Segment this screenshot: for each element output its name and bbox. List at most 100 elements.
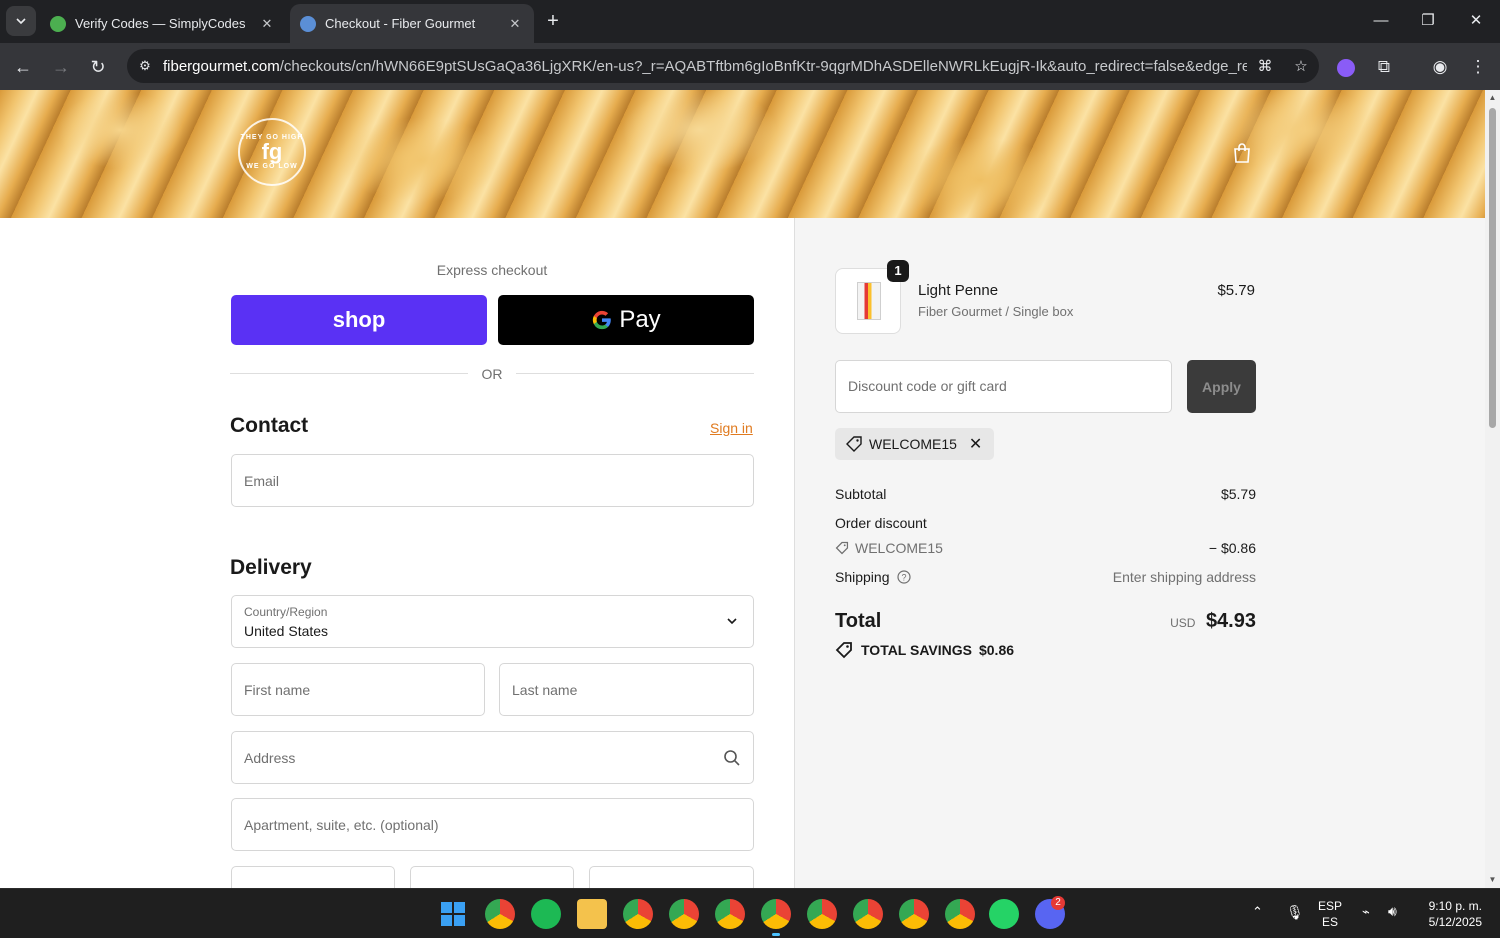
discount-code-input[interactable]: Discount code or gift card — [835, 360, 1172, 413]
country-value: United States — [244, 623, 329, 639]
shipping-value: Enter shipping address — [1112, 569, 1256, 585]
volume-icon[interactable]: 🔊︎ — [1388, 903, 1397, 920]
chrome-profile-taskbar-icon[interactable] — [623, 899, 653, 929]
chrome-profile-active-taskbar-icon[interactable] — [761, 899, 791, 929]
tab-search-button[interactable] — [6, 6, 36, 36]
address-field[interactable]: Address — [231, 731, 754, 784]
order-discount-row: Order discount — [835, 515, 1256, 531]
logo-mark: fg — [261, 139, 283, 164]
search-icon — [724, 750, 740, 766]
apply-discount-button[interactable]: Apply — [1187, 360, 1256, 413]
browser-tab-bar: Verify Codes — SimplyCodes ✕ Checkout - … — [0, 0, 1500, 43]
tray-overflow-chevron-icon[interactable]: ⌃ — [1252, 904, 1263, 920]
city-field[interactable] — [231, 866, 395, 888]
chrome-taskbar-icon[interactable] — [485, 899, 515, 929]
total-savings: TOTAL SAVINGS $0.86 — [835, 641, 1014, 659]
order-discount-code-row: WELCOME15 − $0.86 — [835, 540, 1256, 558]
windows-start-icon[interactable] — [440, 901, 466, 927]
translate-icon[interactable]: ⌘ — [1247, 57, 1283, 75]
svg-text:?: ? — [901, 573, 906, 583]
shopping-bag-icon[interactable] — [1231, 142, 1253, 164]
email-field[interactable]: Email — [231, 454, 754, 507]
minimize-button[interactable]: — — [1366, 8, 1396, 34]
new-tab-button[interactable]: + — [541, 9, 565, 33]
logo-ring-text-bottom: WE GO LOW — [246, 163, 298, 170]
savings-label: TOTAL SAVINGS — [861, 642, 972, 658]
country-label: Country/Region — [244, 605, 328, 619]
product-price: $5.79 — [1217, 282, 1255, 299]
chrome-profile-taskbar-icon[interactable] — [807, 899, 837, 929]
reload-button[interactable]: ↻ — [84, 53, 112, 81]
tab-simplycodes[interactable]: Verify Codes — SimplyCodes ✕ — [40, 4, 286, 43]
url-text: fibergourmet.com/checkouts/cn/hWN66E9ptS… — [163, 57, 1247, 75]
first-name-field[interactable]: First name — [231, 663, 485, 716]
google-g-icon — [593, 310, 612, 330]
system-clock[interactable]: 9:10 p. m. 5/12/2025 — [1418, 898, 1482, 930]
remove-discount-icon[interactable]: ✕ — [969, 434, 982, 454]
applied-discount-chip: WELCOME15 ✕ — [835, 428, 995, 460]
or-text: OR — [481, 366, 503, 382]
address-placeholder: Address — [244, 749, 296, 766]
bookmark-star-icon[interactable]: ☆ — [1283, 57, 1319, 75]
extension-simplycodes-icon[interactable] — [1332, 53, 1360, 81]
scrollbar-thumb[interactable] — [1489, 108, 1496, 428]
spotify-taskbar-icon[interactable] — [531, 899, 561, 929]
chevron-down-icon — [16, 18, 26, 25]
page-scrollbar[interactable]: ▲ ▼ — [1485, 90, 1500, 888]
help-circle-icon[interactable]: ? — [896, 570, 911, 584]
fiber-gourmet-favicon-icon — [300, 15, 316, 32]
browser-toolbar: ← → ↻ ⚙ fibergourmet.com/checkouts/cn/hW… — [0, 43, 1500, 90]
zip-field[interactable] — [589, 866, 754, 888]
tab-fiber-gourmet[interactable]: Checkout - Fiber Gourmet ✕ — [290, 4, 534, 43]
apartment-field[interactable]: Apartment, suite, etc. (optional) — [231, 798, 754, 851]
country-select[interactable]: Country/Region United States — [231, 595, 754, 648]
close-tab-icon[interactable]: ✕ — [258, 16, 276, 32]
forward-button[interactable]: → — [47, 53, 75, 81]
chrome-profile-taskbar-icon[interactable] — [669, 899, 699, 929]
microphone-icon[interactable]: 🎙︎ — [1286, 904, 1304, 921]
total-label: Total — [835, 610, 882, 632]
google-pay-button[interactable]: Pay — [498, 295, 754, 345]
profile-icon[interactable]: ◉ — [1426, 53, 1454, 81]
subtotal-row: Subtotal $5.79 — [835, 486, 1256, 502]
close-tab-icon[interactable]: ✕ — [506, 16, 524, 32]
tag-icon — [846, 436, 862, 452]
product-name: Light Penne — [918, 282, 999, 299]
sign-in-link[interactable]: Sign in — [710, 420, 753, 436]
back-button[interactable]: ← — [9, 53, 37, 81]
discount-placeholder: Discount code or gift card — [848, 378, 1007, 394]
order-discount-value: − $0.86 — [1208, 540, 1256, 556]
chrome-profile-taskbar-icon[interactable] — [715, 899, 745, 929]
chrome-profile-taskbar-icon[interactable] — [899, 899, 929, 929]
chrome-profile-taskbar-icon[interactable] — [853, 899, 883, 929]
file-explorer-taskbar-icon[interactable] — [577, 899, 607, 929]
total-currency: USD — [1170, 616, 1196, 630]
subtotal-label: Subtotal — [835, 486, 887, 502]
order-discount-code: WELCOME15 — [835, 540, 943, 556]
subtotal-value: $5.79 — [1220, 486, 1256, 502]
windows-taskbar: 2 ⌃ 🎙︎ ESP ES ⌁ 🔊︎ 9:10 p. m. 5/12/2025 — [0, 888, 1500, 938]
apartment-placeholder: Apartment, suite, etc. (optional) — [244, 816, 439, 833]
chrome-profile-taskbar-icon[interactable] — [945, 899, 975, 929]
scroll-down-arrow-icon[interactable]: ▼ — [1485, 875, 1500, 884]
shop-pay-button[interactable]: shop — [231, 295, 487, 345]
shipping-row: Shipping ? Enter shipping address — [835, 569, 1256, 585]
whatsapp-taskbar-icon[interactable] — [989, 899, 1019, 929]
fiber-gourmet-logo[interactable]: THEY GO HIGH fg WE GO LOW — [238, 118, 306, 186]
close-window-button[interactable]: ✕ — [1461, 8, 1491, 34]
input-language-indicator[interactable]: ESP ES — [1318, 898, 1342, 930]
hero-banner: THEY GO HIGH fg WE GO LOW — [0, 90, 1485, 218]
network-icon[interactable]: ⌁ — [1362, 904, 1370, 920]
first-name-placeholder: First name — [244, 681, 311, 698]
last-name-field[interactable]: Last name — [499, 663, 754, 716]
divider-line — [516, 373, 754, 374]
shipping-label: Shipping — [835, 569, 890, 585]
restore-button[interactable]: ❐ — [1413, 8, 1443, 34]
site-info-icon[interactable]: ⚙ — [127, 58, 163, 74]
address-bar[interactable]: ⚙ fibergourmet.com/checkouts/cn/hWN66E9p… — [127, 49, 1319, 83]
menu-kebab-icon[interactable]: ⋮ — [1464, 53, 1492, 81]
scroll-up-arrow-icon[interactable]: ▲ — [1485, 93, 1500, 102]
simplycodes-favicon-icon — [50, 15, 66, 32]
extensions-puzzle-icon[interactable]: ⧉ — [1370, 53, 1398, 81]
state-field[interactable] — [410, 866, 574, 888]
